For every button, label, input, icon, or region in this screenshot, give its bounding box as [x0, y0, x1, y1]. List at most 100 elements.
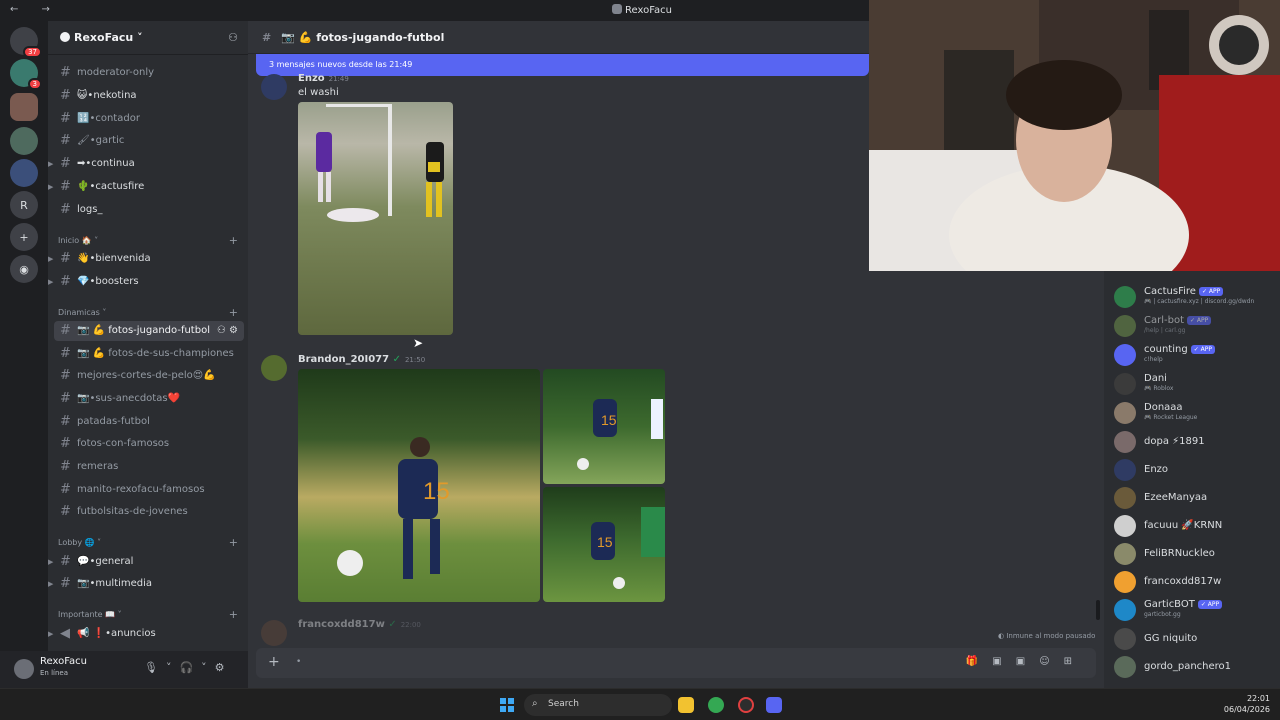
- add-channel-icon[interactable]: +: [229, 306, 238, 319]
- channel-item[interactable]: # patadas-futbol: [48, 412, 248, 432]
- avatar: [1114, 402, 1136, 424]
- avatar: [1114, 487, 1136, 509]
- photo-attachment[interactable]: [298, 102, 453, 335]
- server-icon-3[interactable]: [10, 127, 38, 155]
- avatar[interactable]: [261, 355, 287, 381]
- hash-icon: #: [60, 391, 71, 406]
- photo-attachment[interactable]: 15: [298, 369, 540, 602]
- member-item[interactable]: francoxdd817w: [1114, 569, 1280, 595]
- member-item[interactable]: GarticBOT ✓ APP garticbot.gg: [1114, 597, 1280, 623]
- member-item[interactable]: Donaaa 🎮 Rocket League: [1114, 400, 1280, 426]
- category-inicio[interactable]: Inicio 🏠 ˅ +: [58, 234, 238, 247]
- channel-item[interactable]: # manito-rexofacu-famosos: [48, 480, 248, 500]
- voice-controls[interactable]: 🎙˅🎧˅⚙: [144, 661, 233, 674]
- server-icon-1[interactable]: 3: [10, 59, 42, 90]
- channel-settings-icon[interactable]: ⚇ ⚙: [217, 321, 238, 341]
- discord-window: ← → RexoFacu 37 3 R + ◉ RexoFacu ˅ ⚇ # mo…: [0, 0, 1280, 688]
- avatar[interactable]: [14, 659, 34, 679]
- channel-item-active[interactable]: # 📷 💪 fotos-jugando-futbol ⚇ ⚙: [54, 321, 244, 341]
- channel-item[interactable]: # moderator-only: [48, 63, 248, 83]
- message-author[interactable]: Brandon_20I077 ✓ 21:50: [298, 354, 425, 365]
- add-channel-icon[interactable]: +: [229, 234, 238, 247]
- photo-content: 15: [591, 507, 665, 589]
- composer-tools-icon[interactable]: 🎁▣▣☺⊞: [966, 656, 1086, 667]
- category-importante[interactable]: Importante 📖 ˅ +: [58, 608, 238, 621]
- member-item[interactable]: Enzo: [1114, 457, 1280, 483]
- channel-item[interactable]: ▶ # ➡•continua: [48, 154, 248, 174]
- channel-item[interactable]: ▶ # 💎•boosters: [48, 272, 248, 292]
- obs-icon[interactable]: [738, 697, 754, 713]
- member-item[interactable]: facuuu 🚀KRNN: [1114, 513, 1280, 539]
- photo-content: 15: [337, 437, 450, 579]
- channel-item[interactable]: ▶ # 🌵•cactusfire: [48, 177, 248, 197]
- direct-messages-icon[interactable]: 37: [10, 27, 42, 58]
- category-lobby[interactable]: Lobby 🌐 ˅ +: [58, 536, 238, 549]
- avatar: [1114, 315, 1136, 337]
- message-author[interactable]: Enzo 21:49: [298, 73, 349, 84]
- windows-start-icon[interactable]: [500, 698, 514, 712]
- member-item[interactable]: Dani 🎮 Roblox: [1114, 371, 1280, 397]
- discord-icon[interactable]: [766, 697, 782, 713]
- message-composer[interactable]: + • 🎁▣▣☺⊞: [256, 648, 1096, 678]
- verified-icon: ✓: [392, 354, 401, 365]
- add-server-icon[interactable]: +: [10, 223, 38, 251]
- avatar: [1114, 628, 1136, 650]
- attach-plus-icon[interactable]: +: [268, 654, 280, 670]
- message-text: el washi: [298, 87, 339, 98]
- channel-item[interactable]: # 📷•sus-anecdotas❤️: [48, 389, 248, 409]
- channel-item[interactable]: # futbolsitas-de-jovenes: [48, 502, 248, 522]
- hash-icon: #: [60, 88, 71, 103]
- member-item[interactable]: gordo_panchero1: [1114, 654, 1280, 680]
- photo-content: [316, 104, 444, 222]
- thread-caret-icon: ▶: [48, 255, 54, 263]
- chat-scrollbar[interactable]: [1096, 600, 1100, 620]
- photo-content: 15: [577, 399, 663, 470]
- hash-icon: #: [60, 346, 71, 361]
- channel-item[interactable]: ▶ # 👋•bienvenida: [48, 249, 248, 269]
- taskbar-search[interactable]: ⌕ Search: [524, 694, 672, 716]
- chrome-icon[interactable]: [708, 697, 724, 713]
- category-dinamicas[interactable]: Dinamicas ˅ +: [58, 306, 238, 319]
- hash-icon: #: [60, 251, 71, 266]
- member-item[interactable]: CactusFire ✓ APP 🎮 | cactusfire.xyz | disc…: [1114, 284, 1280, 310]
- member-item[interactable]: GG niquito: [1114, 626, 1280, 652]
- file-explorer-icon[interactable]: [678, 697, 694, 713]
- channel-item[interactable]: # logs_: [48, 200, 248, 220]
- hash-icon: #: [60, 414, 71, 429]
- channel-item[interactable]: ▶ # 📷•multimedia: [48, 574, 248, 594]
- hash-icon: #: [60, 436, 71, 451]
- channel-item[interactable]: # 🖌•gartic: [48, 131, 248, 151]
- discover-icon[interactable]: ◉: [10, 255, 38, 283]
- member-item[interactable]: EzeeManyaa: [1114, 485, 1280, 511]
- history-arrows-icon[interactable]: ← →: [10, 4, 60, 15]
- server-icon-4[interactable]: [10, 159, 38, 187]
- channel-item[interactable]: # remeras: [48, 457, 248, 477]
- hash-icon: #: [60, 65, 71, 80]
- member-item[interactable]: dopa ⚡1891: [1114, 429, 1280, 455]
- channel-item[interactable]: # 😺•nekotina: [48, 86, 248, 106]
- photo-attachment[interactable]: 15: [543, 487, 665, 602]
- app-badge: ✓ APP: [1197, 600, 1223, 609]
- add-channel-icon[interactable]: +: [229, 536, 238, 549]
- composer-input[interactable]: •: [296, 657, 301, 667]
- server-header[interactable]: RexoFacu ˅ ⚇: [48, 21, 248, 55]
- system-clock[interactable]: 22:01 06/04/2026: [1224, 693, 1270, 715]
- message-timestamp: 22:00: [400, 621, 421, 629]
- server-icon-rexofacu[interactable]: [10, 93, 38, 121]
- channel-item[interactable]: # mejores-cortes-de-pelo😍💪: [48, 366, 248, 386]
- member-item[interactable]: FeliBRNuckleo: [1114, 541, 1280, 567]
- add-channel-icon[interactable]: +: [229, 608, 238, 621]
- server-icon-r[interactable]: R: [10, 191, 38, 219]
- message-author[interactable]: francoxdd817w ✓ 22:00: [298, 619, 421, 630]
- member-item[interactable]: Carl-bot ✓ APP/help | carl.gg: [1114, 313, 1280, 339]
- avatar[interactable]: [261, 620, 287, 646]
- channel-item[interactable]: # fotos-con-famosos: [48, 434, 248, 454]
- channel-item[interactable]: # 📷 💪 fotos-de-sus-championes: [48, 344, 248, 364]
- channel-item[interactable]: ▶ ◀ 📢 ❗•anuncios: [48, 624, 248, 644]
- channel-item[interactable]: ▶ # 💬•general: [48, 552, 248, 572]
- member-item[interactable]: counting ✓ APP c!help: [1114, 342, 1280, 368]
- avatar[interactable]: [261, 74, 287, 100]
- photo-attachment[interactable]: 15: [543, 369, 665, 484]
- channel-item[interactable]: # 🔢•contador: [48, 109, 248, 129]
- invite-people-icon[interactable]: ⚇: [228, 31, 238, 44]
